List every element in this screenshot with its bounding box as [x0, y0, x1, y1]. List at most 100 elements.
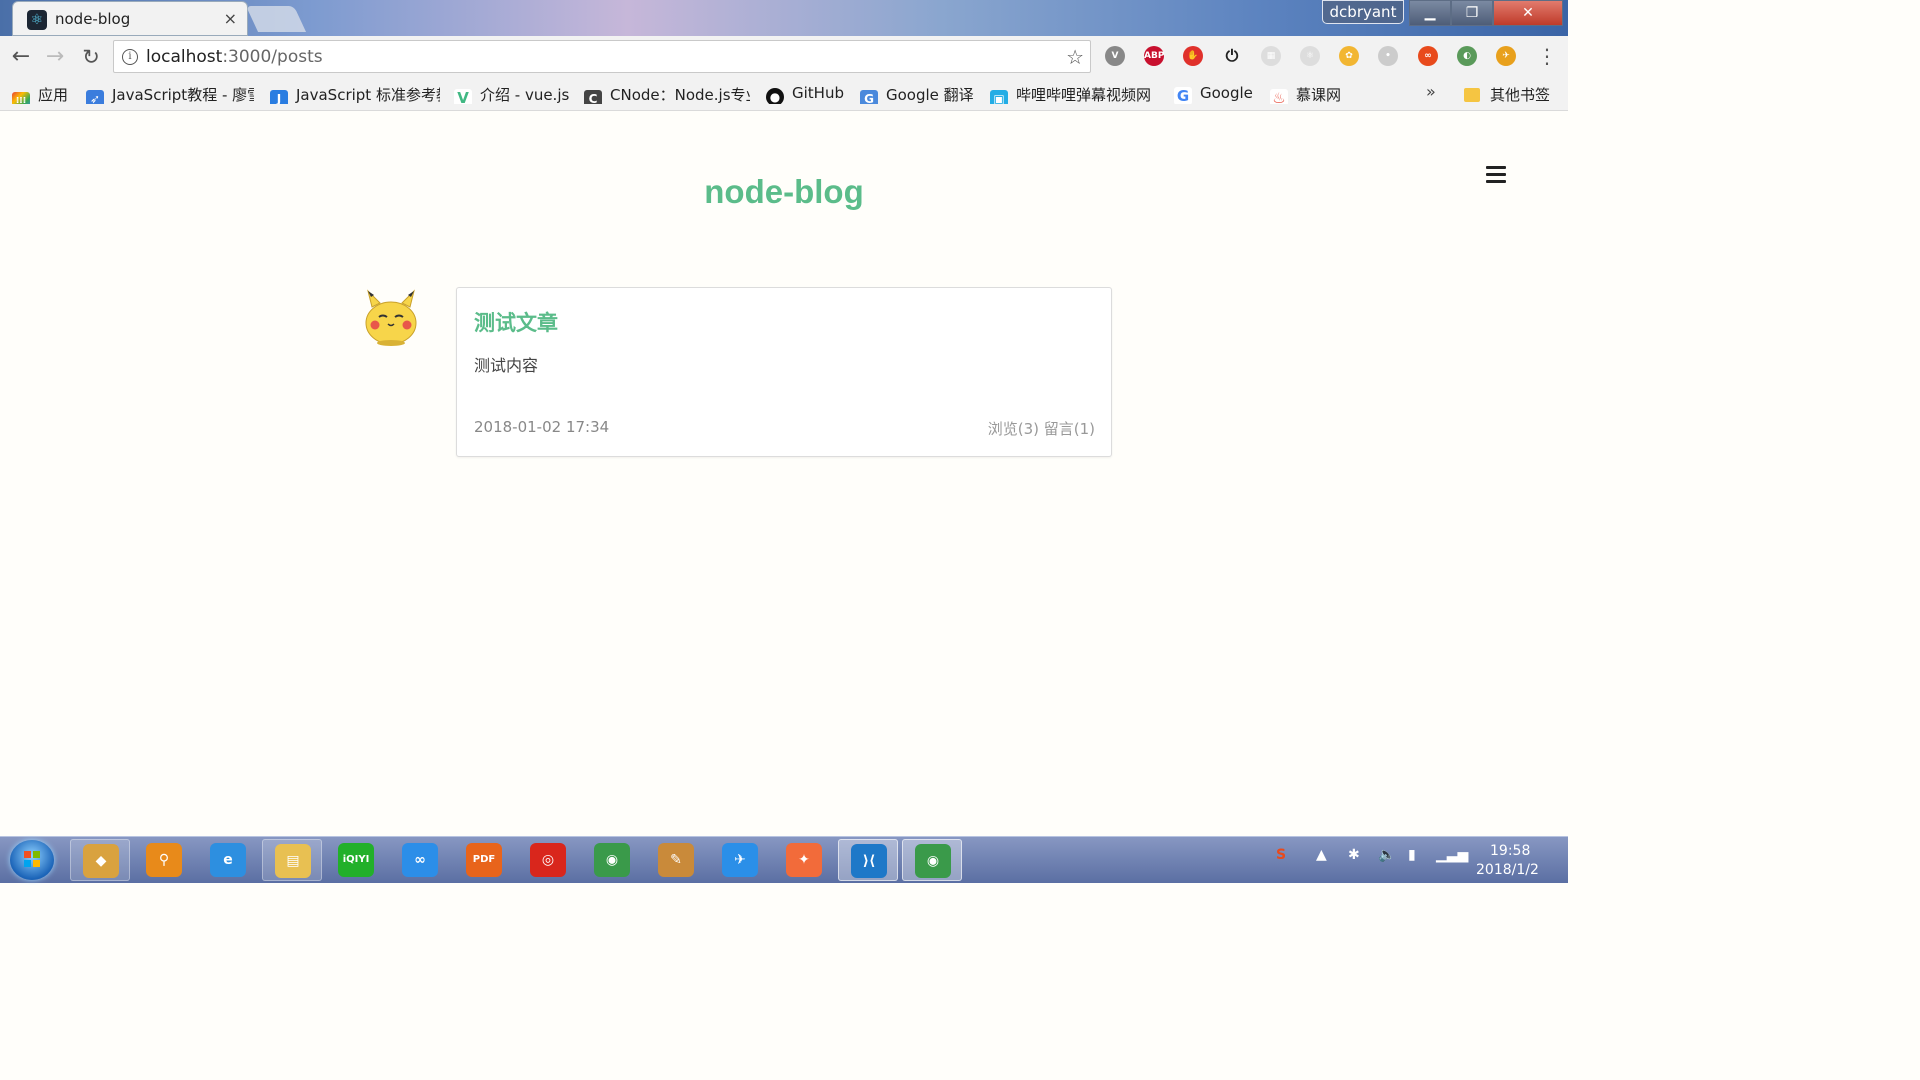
- taskbar-chrome[interactable]: ◉: [582, 839, 642, 881]
- vue-devtools-icon[interactable]: V: [1105, 46, 1125, 66]
- bookmark-javascript-liao[interactable]: ➶ JavaScript教程 - 廖雪: [86, 84, 254, 104]
- tab-close-icon[interactable]: ×: [224, 9, 237, 28]
- taskbar-paint[interactable]: ✎: [646, 839, 706, 881]
- bilibili-icon: ▣: [990, 90, 1008, 104]
- taskbar-pdf-reader[interactable]: PDF: [454, 839, 514, 881]
- power-icon[interactable]: ⏻: [1222, 46, 1242, 66]
- sogou-input-icon[interactable]: S: [1276, 847, 1286, 863]
- back-arrow-icon[interactable]: ←: [8, 44, 34, 70]
- other-bookmarks-label: 其他书签: [1490, 86, 1551, 104]
- taskbar-internet-explorer[interactable]: e: [198, 839, 258, 881]
- address-bar[interactable]: i localhost:3000/posts ☆: [113, 40, 1091, 73]
- bookmarks-more-icon[interactable]: »: [1426, 82, 1436, 101]
- tab-node-blog[interactable]: ⚛ node-blog ×: [12, 1, 248, 36]
- chrome-active-icon: ◉: [915, 844, 951, 878]
- battery-icon[interactable]: ▮: [1408, 847, 1416, 863]
- page-content: node-blog 测试文章 测试内容 2018-01-02 17:34 浏览(…: [0, 111, 1568, 836]
- bookmark-label: 哔哩哔哩弹幕视频网: [1016, 86, 1152, 104]
- site-title[interactable]: node-blog: [0, 173, 1568, 211]
- app-unknown-icon: ◆: [83, 844, 119, 878]
- vue-icon: V: [454, 89, 472, 104]
- minimize-button[interactable]: ▁: [1409, 0, 1451, 26]
- bookmark-vuejs[interactable]: V 介绍 - vue.js: [454, 84, 570, 104]
- bookmark-javascript-ref[interactable]: J JavaScript 标准参考教: [270, 84, 440, 104]
- start-button[interactable]: [10, 840, 54, 880]
- feishu-icon: ✈: [722, 843, 758, 877]
- j-icon: J: [270, 90, 288, 104]
- iqiyi-icon: iQIYI: [338, 843, 374, 877]
- taskbar-iqiyi[interactable]: iQIYI: [326, 839, 386, 881]
- taskbar-search-app[interactable]: ⚲: [134, 839, 194, 881]
- url-text[interactable]: localhost:3000/posts: [146, 47, 323, 67]
- tab-title: node-blog: [55, 10, 131, 28]
- clock-time[interactable]: 19:58: [1490, 843, 1530, 859]
- new-tab-button[interactable]: [245, 6, 307, 32]
- url-path: :3000/posts: [222, 47, 323, 67]
- other-bookmarks[interactable]: 其他书签: [1464, 84, 1550, 105]
- info-icon[interactable]: i: [122, 49, 138, 65]
- bluetooth-icon[interactable]: ✱: [1348, 847, 1360, 863]
- netease-music-icon: ◎: [530, 843, 566, 877]
- tray-expand-icon[interactable]: ▲: [1316, 847, 1327, 863]
- postman-icon: ✦: [786, 843, 822, 877]
- bookmark-label: 慕课网: [1296, 86, 1342, 104]
- bookmark-google-translate[interactable]: G Google 翻译: [860, 84, 978, 104]
- taskbar-baidu-netdisk[interactable]: ∞: [390, 839, 450, 881]
- paint-icon: ✎: [658, 843, 694, 877]
- window-title-bar: ⚛ node-blog × dcbryant ▁ ❐ ✕: [0, 0, 1568, 36]
- pdf-reader-icon: PDF: [466, 843, 502, 877]
- browser-menu-icon[interactable]: ⋮: [1537, 44, 1557, 68]
- bookmark-label: 介绍 - vue.js: [480, 86, 570, 104]
- taskbar-app-unknown[interactable]: ◆: [70, 839, 130, 881]
- internet-explorer-icon: e: [210, 843, 246, 877]
- code-icon[interactable]: •: [1378, 46, 1398, 66]
- bookmark-bilibili[interactable]: ▣ 哔哩哔哩弹幕视频网: [990, 84, 1158, 104]
- windows-taskbar: ◆ ⚲ e ▤ iQIYI ∞ PDF ◎ ◉ ✎ ✈ ✦ ⟩⟨ ◉ S ▲ ✱ 🔈 ▮ ▁▃▅ 19:5…: [0, 836, 1568, 883]
- rocket-icon: ➶: [86, 90, 104, 104]
- taskbar-feishu[interactable]: ✈: [710, 839, 770, 881]
- browser-toolbar: ← → ↻ i localhost:3000/posts ☆ V ABP ✋ ⏻…: [0, 36, 1568, 78]
- bookmark-label: Google: [1200, 84, 1253, 102]
- post-title[interactable]: 测试文章: [474, 307, 558, 337]
- clock-date[interactable]: 2018/1/2: [1476, 862, 1539, 878]
- bookmark-imooc[interactable]: ♨ 慕课网: [1270, 84, 1350, 104]
- hamburger-menu-icon[interactable]: [1486, 166, 1506, 184]
- translate-ext-icon[interactable]: ✈: [1496, 46, 1516, 66]
- taskbar-chrome-active[interactable]: ◉: [902, 839, 962, 881]
- taskbar-vscode[interactable]: ⟩⟨: [838, 839, 898, 881]
- author-avatar[interactable]: [362, 287, 420, 347]
- taskbar-file-explorer[interactable]: ▤: [262, 839, 322, 881]
- volume-icon[interactable]: 🔈: [1378, 847, 1395, 863]
- taskbar-postman[interactable]: ✦: [774, 839, 834, 881]
- infinity-icon[interactable]: ∞: [1418, 46, 1438, 66]
- forward-arrow-icon[interactable]: →: [42, 44, 68, 70]
- bookmark-label: Google 翻译: [886, 86, 974, 104]
- bookmark-label: CNode：Node.js专业: [610, 86, 750, 104]
- reload-icon[interactable]: ↻: [78, 44, 104, 70]
- network-icon[interactable]: ▁▃▅: [1436, 847, 1468, 863]
- adblock-icon[interactable]: ABP: [1144, 46, 1164, 66]
- react-icon: ⚛: [27, 10, 47, 30]
- bookmark-apps[interactable]: ⁞⁞⁞ 应用: [12, 84, 72, 104]
- close-window-button[interactable]: ✕: [1493, 0, 1563, 26]
- color-picker-icon[interactable]: ✿: [1339, 46, 1359, 66]
- url-host: localhost: [146, 47, 223, 67]
- maximize-button[interactable]: ❐: [1451, 0, 1493, 26]
- react-devtools-icon[interactable]: ⚛: [1300, 46, 1320, 66]
- translate-icon: G: [860, 90, 878, 104]
- vscode-icon: ⟩⟨: [851, 844, 887, 878]
- bookmark-star-icon[interactable]: ☆: [1066, 45, 1084, 69]
- baidu-netdisk-icon: ∞: [402, 843, 438, 877]
- bookmark-google[interactable]: G Google: [1174, 84, 1258, 104]
- bookmark-cnode[interactable]: C CNode：Node.js专业: [584, 84, 750, 104]
- github-icon: ●: [766, 88, 784, 104]
- post-card[interactable]: 测试文章 测试内容 2018-01-02 17:34 浏览(3) 留言(1): [456, 287, 1112, 457]
- taskbar-netease-music[interactable]: ◎: [518, 839, 578, 881]
- bookmark-github[interactable]: ● GitHub: [766, 84, 850, 104]
- tampermonkey-icon[interactable]: ◐: [1457, 46, 1477, 66]
- apps-grid-icon: ⁞⁞⁞: [12, 92, 30, 104]
- extension-icon[interactable]: ▦: [1261, 46, 1281, 66]
- profile-button[interactable]: dcbryant: [1322, 0, 1404, 24]
- ublock-icon[interactable]: ✋: [1183, 46, 1203, 66]
- bookmark-label: JavaScript教程 - 廖雪: [112, 86, 254, 104]
